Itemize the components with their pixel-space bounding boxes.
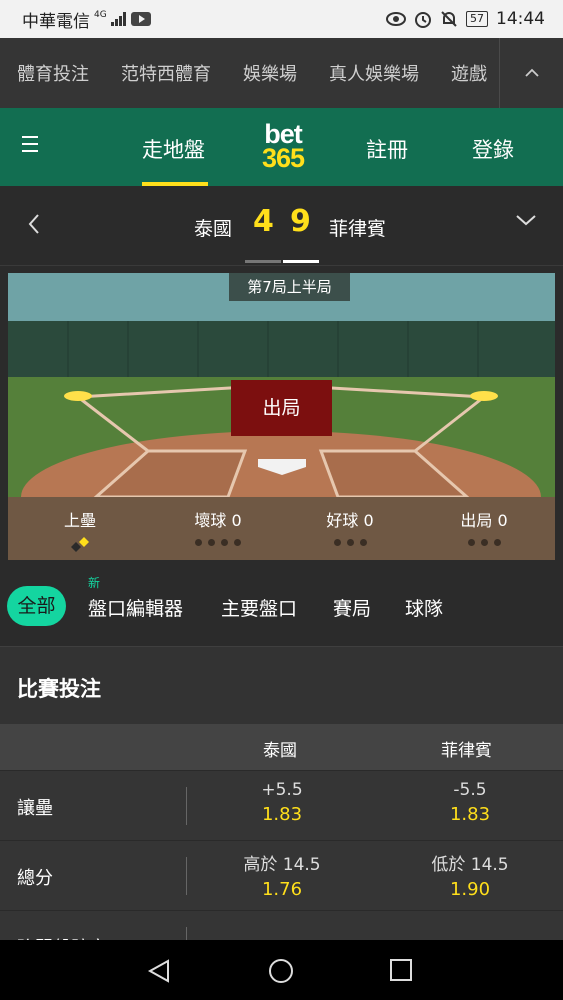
total-line: 高於 14.5 (243, 855, 321, 875)
balls-group: 壞球 0 (180, 507, 256, 546)
section-title: 比賽投注 (17, 677, 101, 701)
outs-label: 出局 0 (460, 511, 508, 530)
brand-bar: 走地盤 bet 365 註冊 登錄 (0, 108, 563, 186)
strikes-dots (312, 539, 388, 546)
strikes-label: 好球 0 (326, 511, 374, 530)
row-divider (186, 787, 187, 825)
column-away: 菲律賓 (441, 741, 492, 761)
live-in-play-link[interactable]: 走地盤 (142, 134, 205, 164)
home-score: 4 (253, 204, 274, 239)
column-home: 泰國 (263, 741, 297, 761)
clock: 14:44 (496, 9, 545, 29)
menu-icon[interactable] (22, 136, 42, 156)
top-nav-sports[interactable]: 體育投注 (0, 60, 105, 86)
total-line: 低於 14.5 (431, 855, 509, 875)
market-column-header: 泰國 菲律賓 (0, 724, 563, 770)
odds-value: 1.83 (261, 804, 303, 825)
status-bar: 中華電信 4G 57 14:44 (0, 0, 563, 38)
battery-level: 57 (466, 11, 488, 27)
status-right: 57 14:44 (386, 9, 545, 29)
top-nav-fantasy[interactable]: 范特西體育 (105, 60, 227, 86)
market-row-run-line: 讓壘 +5.5 1.83 -5.5 1.83 (0, 770, 563, 840)
alarm-icon (415, 12, 431, 28)
tab-main-markets[interactable]: 主要盤口 (221, 594, 297, 621)
tab-innings[interactable]: 賽局 (333, 594, 371, 621)
top-nav-casino[interactable]: 娛樂場 (227, 60, 313, 86)
top-nav-games[interactable]: 遊戲 (435, 60, 499, 86)
register-button[interactable]: 註冊 (366, 134, 408, 164)
inning-label: 第7局上半局 (229, 273, 350, 301)
tab-bet-builder[interactable]: 盤口編輯器 (88, 594, 183, 621)
balls-label: 壞球 0 (194, 511, 242, 530)
bases-label: 上壘 (63, 511, 96, 530)
odds-value: 1.83 (449, 804, 491, 825)
bet365-logo[interactable]: bet 365 (253, 121, 313, 173)
recents-icon[interactable] (389, 958, 413, 982)
market-label: 讓壘 (17, 798, 53, 819)
network-type: 4G (94, 10, 107, 20)
outs-group: 出局 0 (446, 507, 522, 546)
scoreboard-pager (245, 260, 319, 263)
outs-dots (446, 539, 522, 546)
scoreboard: 泰國 4 9 菲律賓 (0, 186, 563, 266)
system-nav-bar (0, 940, 563, 1000)
row-divider (186, 857, 187, 895)
odds-value: 1.90 (449, 879, 491, 900)
collapse-button[interactable] (500, 38, 563, 108)
odds-button-away[interactable]: 低於 14.5 1.90 (400, 850, 540, 900)
top-nav-live-casino[interactable]: 真人娛樂場 (313, 60, 435, 86)
top-nav-items: 體育投注 范特西體育 娛樂場 真人娛樂場 遊戲 (0, 38, 500, 108)
new-badge: 新 (88, 576, 101, 590)
away-score: 9 (290, 204, 311, 239)
bases-icon (71, 537, 89, 552)
odds-button-home[interactable]: 高於 14.5 1.76 (212, 850, 352, 900)
match-betting-header[interactable]: 比賽投注 (0, 646, 563, 724)
youtube-icon (130, 12, 151, 26)
baseball-field: 第7局上半局 出局 上壘 壞球 0 好球 0 出局 0 (8, 273, 555, 560)
market-row-total: 總分 高於 14.5 1.76 低於 14.5 1.90 (0, 840, 563, 910)
chevron-down-icon[interactable] (514, 212, 538, 228)
market-label: 總分 (17, 868, 53, 889)
carrier-name: 中華電信 (22, 11, 90, 32)
login-button[interactable]: 登錄 (472, 134, 514, 164)
chevron-left-icon[interactable] (26, 212, 42, 236)
market-filter-tabs: 新 全部 盤口編輯器 主要盤口 賽局 球隊 (0, 568, 563, 646)
chevron-up-icon (524, 68, 539, 77)
odds-value: 1.76 (261, 879, 303, 900)
bases-group: 上壘 (60, 507, 100, 555)
home-team-name: 泰國 (194, 218, 233, 240)
play-status-banner: 出局 (231, 380, 332, 436)
signal-icon (110, 12, 126, 26)
carrier-group: 中華電信 4G (22, 7, 151, 32)
odds-button-home[interactable]: +5.5 1.83 (212, 780, 352, 825)
logo-365: 365 (261, 143, 305, 173)
mute-bell-icon (441, 11, 457, 27)
handicap-line: +5.5 (261, 780, 303, 800)
handicap-line: -5.5 (453, 780, 487, 800)
eye-icon (386, 12, 406, 26)
pager-dot (245, 260, 281, 263)
pager-dot-active (283, 260, 319, 263)
back-icon[interactable] (146, 958, 172, 984)
tab-all[interactable]: 全部 (7, 586, 66, 626)
balls-dots (180, 539, 256, 546)
odds-button-away[interactable]: -5.5 1.83 (400, 780, 540, 825)
count-bar: 上壘 壞球 0 好球 0 出局 0 (8, 497, 555, 560)
top-nav: 體育投注 范特西體育 娛樂場 真人娛樂場 遊戲 (0, 38, 563, 108)
tab-teams[interactable]: 球隊 (405, 594, 443, 621)
strikes-group: 好球 0 (312, 507, 388, 546)
away-team-name: 菲律賓 (329, 218, 387, 240)
app-root: 中華電信 4G 57 14:44 體育投注 范特西體育 娛樂場 真人娛樂場 遊戲… (0, 0, 563, 1000)
home-icon[interactable] (268, 958, 294, 984)
